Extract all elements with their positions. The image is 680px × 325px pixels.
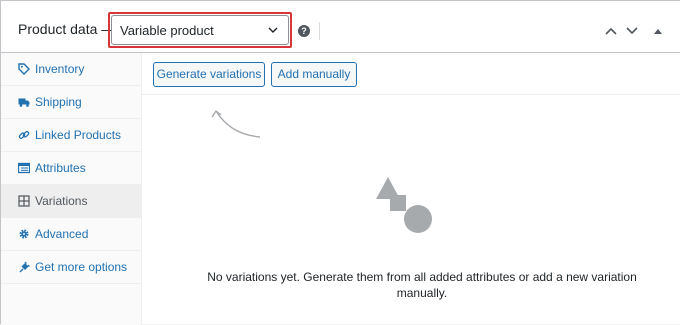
- tab-get-more-options[interactable]: Get more options: [1, 251, 141, 284]
- grid-icon: [18, 195, 30, 207]
- product-data-panel: Product data — Variable product ? Invent: [0, 0, 680, 325]
- variations-panel: Generate variations Add manually No vari…: [142, 53, 680, 325]
- tab-label: Shipping: [35, 95, 82, 109]
- question-circle-icon[interactable]: ?: [298, 25, 310, 37]
- tab-attributes[interactable]: Attributes: [1, 152, 141, 185]
- tab-advanced[interactable]: Advanced: [1, 218, 141, 251]
- list-table-icon: [18, 162, 30, 174]
- variations-toolbar: Generate variations Add manually: [142, 53, 680, 95]
- link-icon: [18, 131, 30, 139]
- tab-shipping[interactable]: Shipping: [1, 86, 141, 119]
- panel-title: Product data —: [18, 21, 116, 37]
- tag-icon: [18, 63, 30, 75]
- plugin-icon: [19, 261, 30, 273]
- chevron-down-icon[interactable]: [625, 25, 639, 37]
- product-type-value: Variable product: [120, 22, 214, 38]
- gear-icon: [19, 229, 29, 239]
- tab-label: Advanced: [35, 227, 89, 241]
- tab-label: Inventory: [35, 62, 85, 76]
- tab-inventory[interactable]: Inventory: [1, 53, 141, 86]
- add-manually-button[interactable]: Add manually: [271, 62, 357, 87]
- empty-state-message: No variations yet. Generate them from al…: [207, 270, 637, 300]
- shapes-icon: [376, 177, 432, 233]
- chevron-up-icon[interactable]: [604, 25, 618, 37]
- tab-variations[interactable]: Variations: [1, 185, 141, 218]
- collapse-triangle-icon[interactable]: [651, 25, 665, 37]
- tab-label: Variations: [35, 194, 88, 208]
- tab-label: Get more options: [35, 260, 128, 274]
- truck-icon: [18, 98, 30, 107]
- tab-label: Linked Products: [35, 128, 122, 142]
- generate-variations-button[interactable]: Generate variations: [153, 62, 265, 87]
- tab-linked-products[interactable]: Linked Products: [1, 119, 141, 152]
- header-divider: [319, 22, 320, 40]
- tab-label: Attributes: [35, 161, 86, 175]
- product-data-tabs: Inventory Shipping Linked Products Attri…: [1, 53, 142, 325]
- product-type-select[interactable]: Variable product: [111, 15, 289, 45]
- chevron-down-icon: [268, 27, 278, 33]
- panel-header: Product data — Variable product ?: [1, 1, 680, 53]
- curved-arrow-icon: [211, 109, 261, 138]
